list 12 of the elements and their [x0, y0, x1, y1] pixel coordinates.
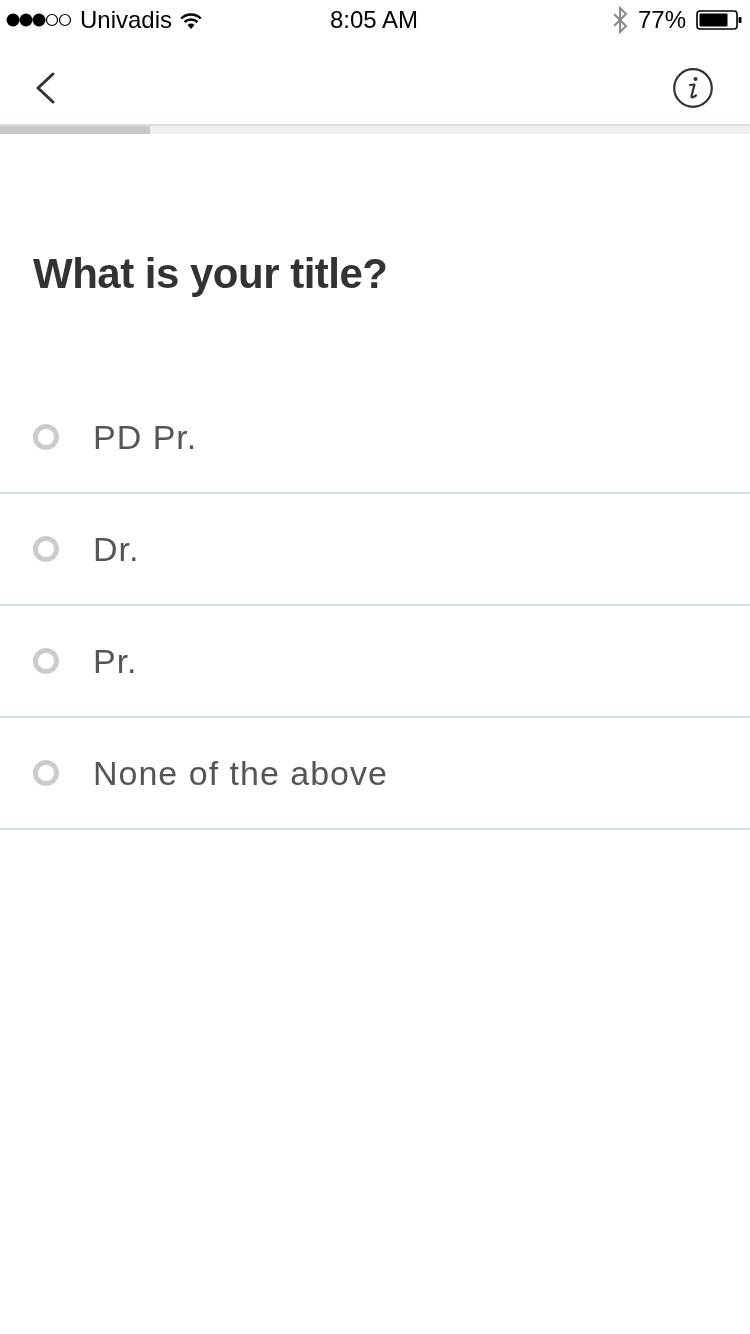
question-heading: What is your title? [32, 249, 389, 299]
back-button[interactable] [35, 72, 55, 104]
battery-percentage: 77% [637, 6, 686, 34]
status-time: 8:05 AM [329, 6, 419, 34]
info-button[interactable] [673, 68, 713, 108]
chevron-left-icon [35, 72, 55, 104]
bluetooth-icon [611, 6, 628, 34]
signal-strength-icon [6, 13, 72, 27]
info-icon [673, 68, 713, 108]
battery-icon [696, 10, 742, 30]
wifi-icon [180, 11, 203, 29]
carrier-name: Univadis [80, 6, 173, 34]
